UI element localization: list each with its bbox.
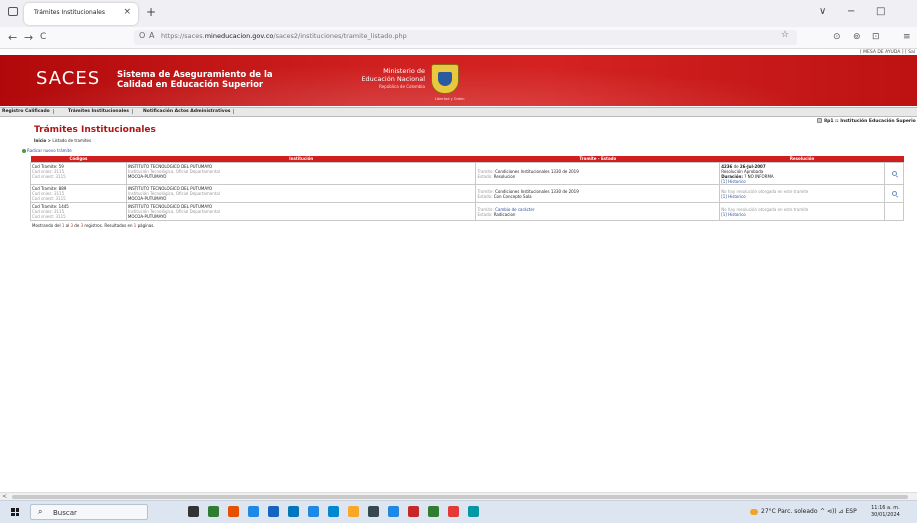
reload-icon[interactable]: C xyxy=(40,32,46,42)
taskbar-search-box[interactable]: ⌕ Buscar xyxy=(30,504,148,520)
tab-list-icon[interactable]: ∨ xyxy=(819,6,826,17)
system-name: Sistema de Aseguramiento de la Calidad e… xyxy=(117,70,273,90)
institution-cell: INSTITUTO TECNOLOGICO DEL PUTUMAYO Insti… xyxy=(125,184,477,203)
taskbar-app-icon[interactable] xyxy=(288,506,299,517)
menu-notificacion-actos[interactable]: Notificación Actos Administrativos xyxy=(143,109,235,114)
table-row: Cod Tramite: 889 Cod snies: 3115 Cod sni… xyxy=(30,184,904,203)
action-cell xyxy=(884,184,904,203)
clock[interactable]: 11:16 a. m. 30/01/2024 xyxy=(871,505,900,519)
url-text: https://saces.mineducacion.gov.co/saces2… xyxy=(161,32,407,40)
page-title: Trámites Institucionales xyxy=(34,125,156,135)
action-cell xyxy=(884,202,904,221)
pagination-summary: Mostrando del 1 al 3 de 3 registros. Res… xyxy=(32,223,155,228)
taskbar-app-icon[interactable] xyxy=(308,506,319,517)
shield-icon[interactable]: O xyxy=(139,31,145,40)
taskbar: ⌕ Buscar 27°C Parc. soleado ^ ⊲)) ⊿ ESP … xyxy=(0,500,917,523)
taskbar-app-icon[interactable] xyxy=(348,506,359,517)
taskbar-app-icon[interactable] xyxy=(328,506,339,517)
screen: Trámites Institucionales × + ∨ − □ ← → C… xyxy=(0,0,917,523)
tramites-table: Códigos Institución Tramite - Estado Res… xyxy=(30,156,904,221)
resolution-cell: No hay resolución otorgada en este trami… xyxy=(719,202,885,221)
taskbar-app-icon[interactable] xyxy=(228,506,239,517)
menu-tramites-institucionales[interactable]: Trámites Institucionales xyxy=(68,109,133,114)
menu-registro-calificado[interactable]: Registro Calificado xyxy=(2,109,54,114)
taskbar-app-icon[interactable] xyxy=(268,506,279,517)
taskbar-app-icon[interactable] xyxy=(248,506,259,517)
taskbar-app-icon[interactable] xyxy=(428,506,439,517)
account-icon[interactable]: ⊚ xyxy=(853,32,861,42)
breadcrumb-home[interactable]: Inicio xyxy=(34,138,46,143)
system-tray[interactable]: ^ ⊲)) ⊿ ESP xyxy=(820,508,857,515)
codes-cell: Cod Tramite: 59 Cod snies: 3115 Cod snie… xyxy=(30,162,127,185)
saces-logo[interactable]: SACES xyxy=(36,68,100,89)
motto: Libertad y Orden xyxy=(435,97,465,101)
forward-icon[interactable]: → xyxy=(24,31,33,44)
menu-icon[interactable]: ≡ xyxy=(903,32,911,42)
tab-overview-icon[interactable] xyxy=(8,7,18,16)
back-icon[interactable]: ← xyxy=(8,31,17,44)
bookmark-star-icon[interactable]: ☆ xyxy=(781,30,789,40)
tramite-cell: Tramite: Condiciones Institucionales 133… xyxy=(475,162,721,185)
taskbar-app-icon[interactable] xyxy=(188,506,199,517)
address-bar[interactable]: O A https://saces.mineducacion.gov.co/sa… xyxy=(134,30,797,45)
weather-widget[interactable]: 27°C Parc. soleado xyxy=(750,508,818,515)
resolution-cell: 4236 de 26-Jul-2007 Resolución Aprobada … xyxy=(719,162,885,185)
historico-link[interactable]: [1] Historico xyxy=(721,194,884,199)
table-row: Cod Tramite: 1445 Cod snies: 3115 Cod sn… xyxy=(30,202,904,221)
action-cell xyxy=(884,162,904,185)
taskbar-app-icon[interactable] xyxy=(408,506,419,517)
browser-tab[interactable]: Trámites Institucionales × xyxy=(24,3,138,25)
horizontal-scrollbar[interactable]: < xyxy=(0,492,917,500)
taskbar-app-icon[interactable] xyxy=(368,506,379,517)
extensions-icon[interactable]: ⊡ xyxy=(872,32,880,42)
taskbar-app-icon[interactable] xyxy=(208,506,219,517)
ministry-name: Ministerio de Educación Nacional Repúbli… xyxy=(361,67,425,89)
taskbar-app-icon[interactable] xyxy=(448,506,459,517)
institution-cell: INSTITUTO TECNOLOGICO DEL PUTUMAYO Insti… xyxy=(125,202,477,221)
user-icon xyxy=(817,118,822,123)
new-tramite-link[interactable]: Radicar nuevo trámite xyxy=(22,148,72,153)
add-icon xyxy=(22,149,26,153)
windows-start-icon[interactable] xyxy=(11,508,19,516)
new-tab-icon[interactable]: + xyxy=(146,5,156,19)
historico-link[interactable]: [1] Historico xyxy=(721,212,884,217)
search-icon: ⌕ xyxy=(38,507,43,516)
coat-of-arms-icon xyxy=(431,64,459,94)
minimize-icon[interactable]: − xyxy=(847,6,855,17)
scrollbar-thumb[interactable] xyxy=(12,495,908,499)
view-details-icon[interactable] xyxy=(892,171,897,176)
codes-cell: Cod Tramite: 889 Cod snies: 3115 Cod sni… xyxy=(30,184,127,203)
lock-icon[interactable]: A xyxy=(149,31,154,40)
taskbar-app-icon[interactable] xyxy=(468,506,479,517)
resolution-cell: No hay resolución otorgada en este trami… xyxy=(719,184,885,203)
view-details-icon[interactable] xyxy=(892,191,897,196)
breadcrumb: Inicio > Listado de tramites xyxy=(34,138,92,143)
institution-cell: INSTITUTO TECNOLOGICO DEL PUTUMAYO Insti… xyxy=(125,162,477,185)
tab-close-icon[interactable]: × xyxy=(123,7,131,17)
codes-cell: Cod Tramite: 1445 Cod snies: 3115 Cod sn… xyxy=(30,202,127,221)
header-banner: SACES Sistema de Aseguramiento de la Cal… xyxy=(0,55,917,106)
tramite-cell: Tramite: Cambio de carácter Estado: Radi… xyxy=(475,202,721,221)
page-content: [ MESA DE AYUDA ] [ Sal SACES Sistema de… xyxy=(0,49,917,492)
browser-tab-bar: Trámites Institucionales × + ∨ − □ xyxy=(0,0,917,27)
scroll-left-icon[interactable]: < xyxy=(2,493,7,500)
main-menu: Registro Calificado Trámites Institucion… xyxy=(0,107,917,117)
pocket-icon[interactable]: ⊙ xyxy=(833,32,841,42)
browser-nav-bar: ← → C O A https://saces.mineducacion.gov… xyxy=(0,27,917,49)
table-row: Cod Tramite: 59 Cod snies: 3115 Cod snie… xyxy=(30,162,904,185)
maximize-icon[interactable]: □ xyxy=(876,6,885,17)
weather-icon xyxy=(750,508,758,515)
user-info: 8p1 :: Institución Educación Superio xyxy=(817,118,916,124)
historico-link[interactable]: [1] Historico xyxy=(721,179,884,184)
tramite-cell: Tramite: Condiciones Institucionales 133… xyxy=(475,184,721,203)
taskbar-app-icon[interactable] xyxy=(388,506,399,517)
tab-title: Trámites Institucionales xyxy=(34,9,105,16)
